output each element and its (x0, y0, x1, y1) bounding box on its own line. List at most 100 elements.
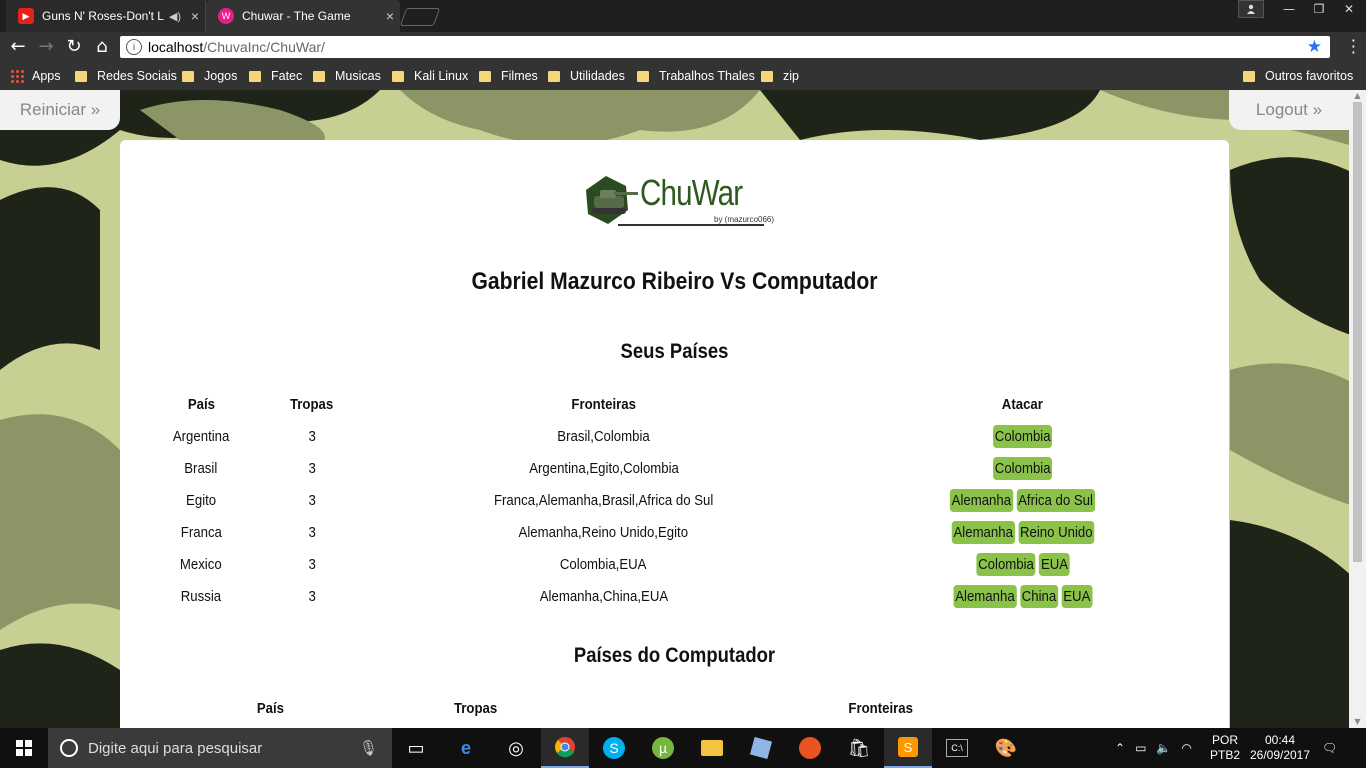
store-icon[interactable]: 🛍 (835, 728, 883, 768)
microphone-icon[interactable]: 🎙 (359, 739, 378, 757)
scroll-down-icon[interactable]: ▼ (1353, 718, 1362, 726)
attack-button[interactable]: Colombia (993, 456, 1053, 480)
terminal-icon[interactable]: C:\ (933, 728, 981, 768)
window-close-icon[interactable]: ✕ (1334, 0, 1364, 18)
bookmark-other[interactable]: Outros favoritos (1243, 62, 1353, 90)
bookmarks-bar: Apps Redes Sociais Jogos Fatec Musicas K… (0, 62, 1366, 90)
bookmark-folder[interactable]: zip (761, 62, 799, 90)
cpu-countries-title: Países do Computador (573, 644, 776, 667)
cell-borders: Brasil,Colombia (557, 427, 650, 445)
input-language[interactable]: POR PTB2 (1210, 728, 1240, 768)
new-tab-button[interactable] (399, 8, 441, 26)
forward-icon[interactable]: → (36, 37, 56, 57)
column-header: Tropas (290, 395, 334, 413)
back-icon[interactable]: ← (8, 37, 28, 57)
column-header: Fronteiras (848, 699, 913, 717)
cell-borders: Colombia,EUA (560, 555, 647, 573)
attack-button[interactable]: Alemanha (950, 488, 1014, 512)
virtualbox-icon[interactable] (737, 728, 785, 768)
attack-button[interactable]: Alemanha (953, 584, 1017, 608)
column-header: Fronteiras (571, 395, 636, 413)
bookmark-folder[interactable]: Trabalhos Thales (637, 62, 755, 90)
column-header: País (187, 395, 215, 413)
bookmark-label: Apps (32, 69, 61, 83)
clock-time: 00:44 (1264, 733, 1296, 747)
menu-icon[interactable]: · · · (1351, 33, 1356, 61)
bookmark-label: Musicas (335, 69, 381, 83)
attack-button[interactable]: Reino Unido (1017, 520, 1095, 544)
bookmark-folder[interactable]: Jogos (182, 62, 237, 90)
reload-icon[interactable]: ↻ (64, 37, 84, 57)
task-view-icon[interactable]: ▭ (392, 728, 440, 768)
table-row: Egito 3 Franca,Alemanha,Brasil,Africa do S… (146, 484, 1206, 516)
table-header-row: País Tropas Fronteiras (120, 692, 1229, 724)
attack-button[interactable]: Colombia (993, 424, 1053, 448)
clock[interactable]: 00:44 26/09/2017 (1248, 728, 1312, 768)
scroll-up-icon[interactable]: ▲ (1353, 92, 1362, 100)
windows-start-icon[interactable] (0, 728, 48, 768)
profile-icon[interactable] (1238, 0, 1264, 18)
paint-icon[interactable]: 🎨 (982, 728, 1030, 768)
browser-tab-strip: ▶ Guns N' Roses-Don't L ◀) × W Chuwar - … (0, 0, 1366, 32)
skype-icon[interactable]: S (590, 728, 638, 768)
bookmark-folder[interactable]: Utilidades (548, 62, 625, 90)
attack-button[interactable]: Colombia (975, 552, 1036, 576)
page-scrollbar[interactable]: ▲ ▼ (1349, 90, 1366, 728)
minimize-icon[interactable]: — (1274, 0, 1304, 18)
steam-icon[interactable]: ◎ (492, 728, 540, 768)
bookmark-folder[interactable]: Fatec (249, 62, 302, 90)
bookmark-folder[interactable]: Filmes (479, 62, 538, 90)
bookmark-folder[interactable]: Redes Sociais (75, 62, 177, 90)
logo-underline (618, 224, 764, 226)
battery-icon[interactable]: ▭ (1135, 741, 1146, 755)
logo-text: ChuWar (640, 172, 743, 213)
tab-chuwar[interactable]: W Chuwar - The Game × (206, 0, 400, 32)
tab-title: Guns N' Roses-Don't L (42, 9, 164, 23)
taskbar-search-input[interactable]: Digite aqui para pesquisar 🎙 (48, 728, 392, 768)
restart-button[interactable]: Reiniciar » (0, 90, 120, 130)
bookmark-label: Jogos (204, 69, 238, 83)
home-icon[interactable]: ⌂ (92, 37, 112, 57)
scroll-thumb[interactable] (1353, 102, 1362, 562)
cell-troops: 3 (308, 555, 316, 573)
url-path: /ChuvaInc/ChuWar/ (203, 39, 325, 55)
ubuntu-icon[interactable] (786, 728, 834, 768)
folder-icon (249, 70, 261, 82)
attack-button[interactable]: Africa do Sul (1016, 488, 1096, 512)
tab-youtube[interactable]: ▶ Guns N' Roses-Don't L ◀) × (6, 0, 206, 32)
volume-icon[interactable]: 🔈 (1156, 741, 1171, 755)
cell-troops: 3 (308, 491, 316, 509)
tab-title: Chuwar - The Game (242, 9, 351, 23)
info-icon[interactable]: i (126, 39, 142, 55)
notifications-icon[interactable]: 🗨 (1322, 728, 1337, 768)
cpu-countries-table: País Tropas Fronteiras (120, 692, 1229, 724)
chevron-up-icon[interactable]: ⌃ (1115, 741, 1125, 755)
utorrent-icon[interactable]: µ (639, 728, 687, 768)
cell-attack: Alemanha Africa do Sul (839, 484, 1206, 516)
attack-button[interactable]: Alemanha (951, 520, 1015, 544)
logout-button[interactable]: Logout » (1229, 90, 1349, 130)
url-input[interactable]: i localhost/ChuvaInc/ChuWar/ ★ (120, 36, 1330, 58)
folder-icon (761, 70, 773, 82)
edge-icon[interactable]: e (442, 728, 490, 768)
close-tab-icon[interactable]: × (185, 8, 205, 24)
cell-borders: Alemanha,China,EUA (539, 587, 668, 605)
close-tab-icon[interactable]: × (380, 8, 400, 24)
file-explorer-icon[interactable] (688, 728, 736, 768)
bookmark-star-icon[interactable]: ★ (1307, 37, 1322, 57)
bookmark-apps[interactable]: Apps (10, 62, 61, 90)
table-row: Brasil 3 Argentina,Egito,Colombia Colombia (146, 452, 1206, 484)
bookmark-folder[interactable]: Kali Linux (392, 62, 468, 90)
attack-button[interactable]: EUA (1038, 552, 1070, 576)
address-bar-row: ← → ↻ ⌂ i localhost/ChuvaInc/ChuWar/ ★ ·… (0, 32, 1366, 62)
restore-icon[interactable]: ❐ (1304, 0, 1334, 18)
chrome-icon[interactable] (541, 728, 589, 768)
attack-button[interactable]: China (1019, 584, 1058, 608)
attack-button[interactable]: EUA (1061, 584, 1093, 608)
folder-icon (392, 70, 404, 82)
sublime-icon[interactable]: S (884, 728, 932, 768)
folder-icon (548, 70, 560, 82)
network-icon[interactable]: ◠ (1181, 741, 1191, 755)
bookmark-folder[interactable]: Musicas (313, 62, 381, 90)
speaker-icon[interactable]: ◀) (169, 10, 181, 23)
